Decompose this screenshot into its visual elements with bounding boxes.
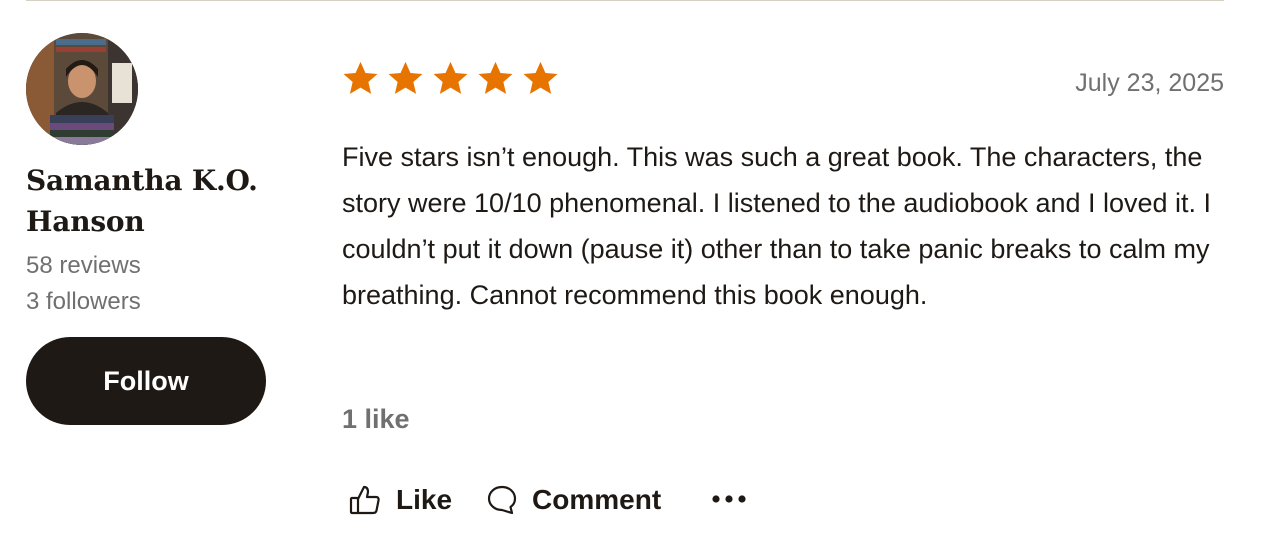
star-icon (477, 60, 514, 97)
comment-label: Comment (532, 484, 662, 515)
thumbs-up-icon (348, 483, 382, 517)
speech-bubble-icon (486, 484, 518, 516)
reviewer-name[interactable]: Samantha K.O. Hanson (26, 160, 286, 242)
comment-button[interactable]: Comment (486, 484, 661, 516)
star-icon (522, 60, 559, 97)
reviewer-avatar[interactable] (26, 33, 138, 145)
star-icon (432, 60, 469, 97)
more-horizontal-icon (711, 493, 747, 508)
review-actions: Like Comment (348, 480, 747, 520)
like-count[interactable]: 1 like (342, 403, 410, 435)
star-icon (387, 60, 424, 97)
top-divider (26, 0, 1224, 1)
like-label: Like (396, 484, 453, 515)
more-options-button[interactable] (711, 493, 747, 508)
reviewer-follower-count: 3 followers (26, 288, 141, 315)
avatar-photo (26, 33, 138, 145)
star-rating (342, 60, 559, 97)
review-date[interactable]: July 23, 2025 (1075, 68, 1224, 98)
like-button[interactable]: Like (348, 483, 452, 517)
reviewer-review-count: 58 reviews (26, 252, 141, 279)
review-text: Five stars isn’t enough. This was such a… (342, 142, 1212, 310)
star-icon (342, 60, 379, 97)
follow-button[interactable]: Follow (26, 337, 266, 425)
